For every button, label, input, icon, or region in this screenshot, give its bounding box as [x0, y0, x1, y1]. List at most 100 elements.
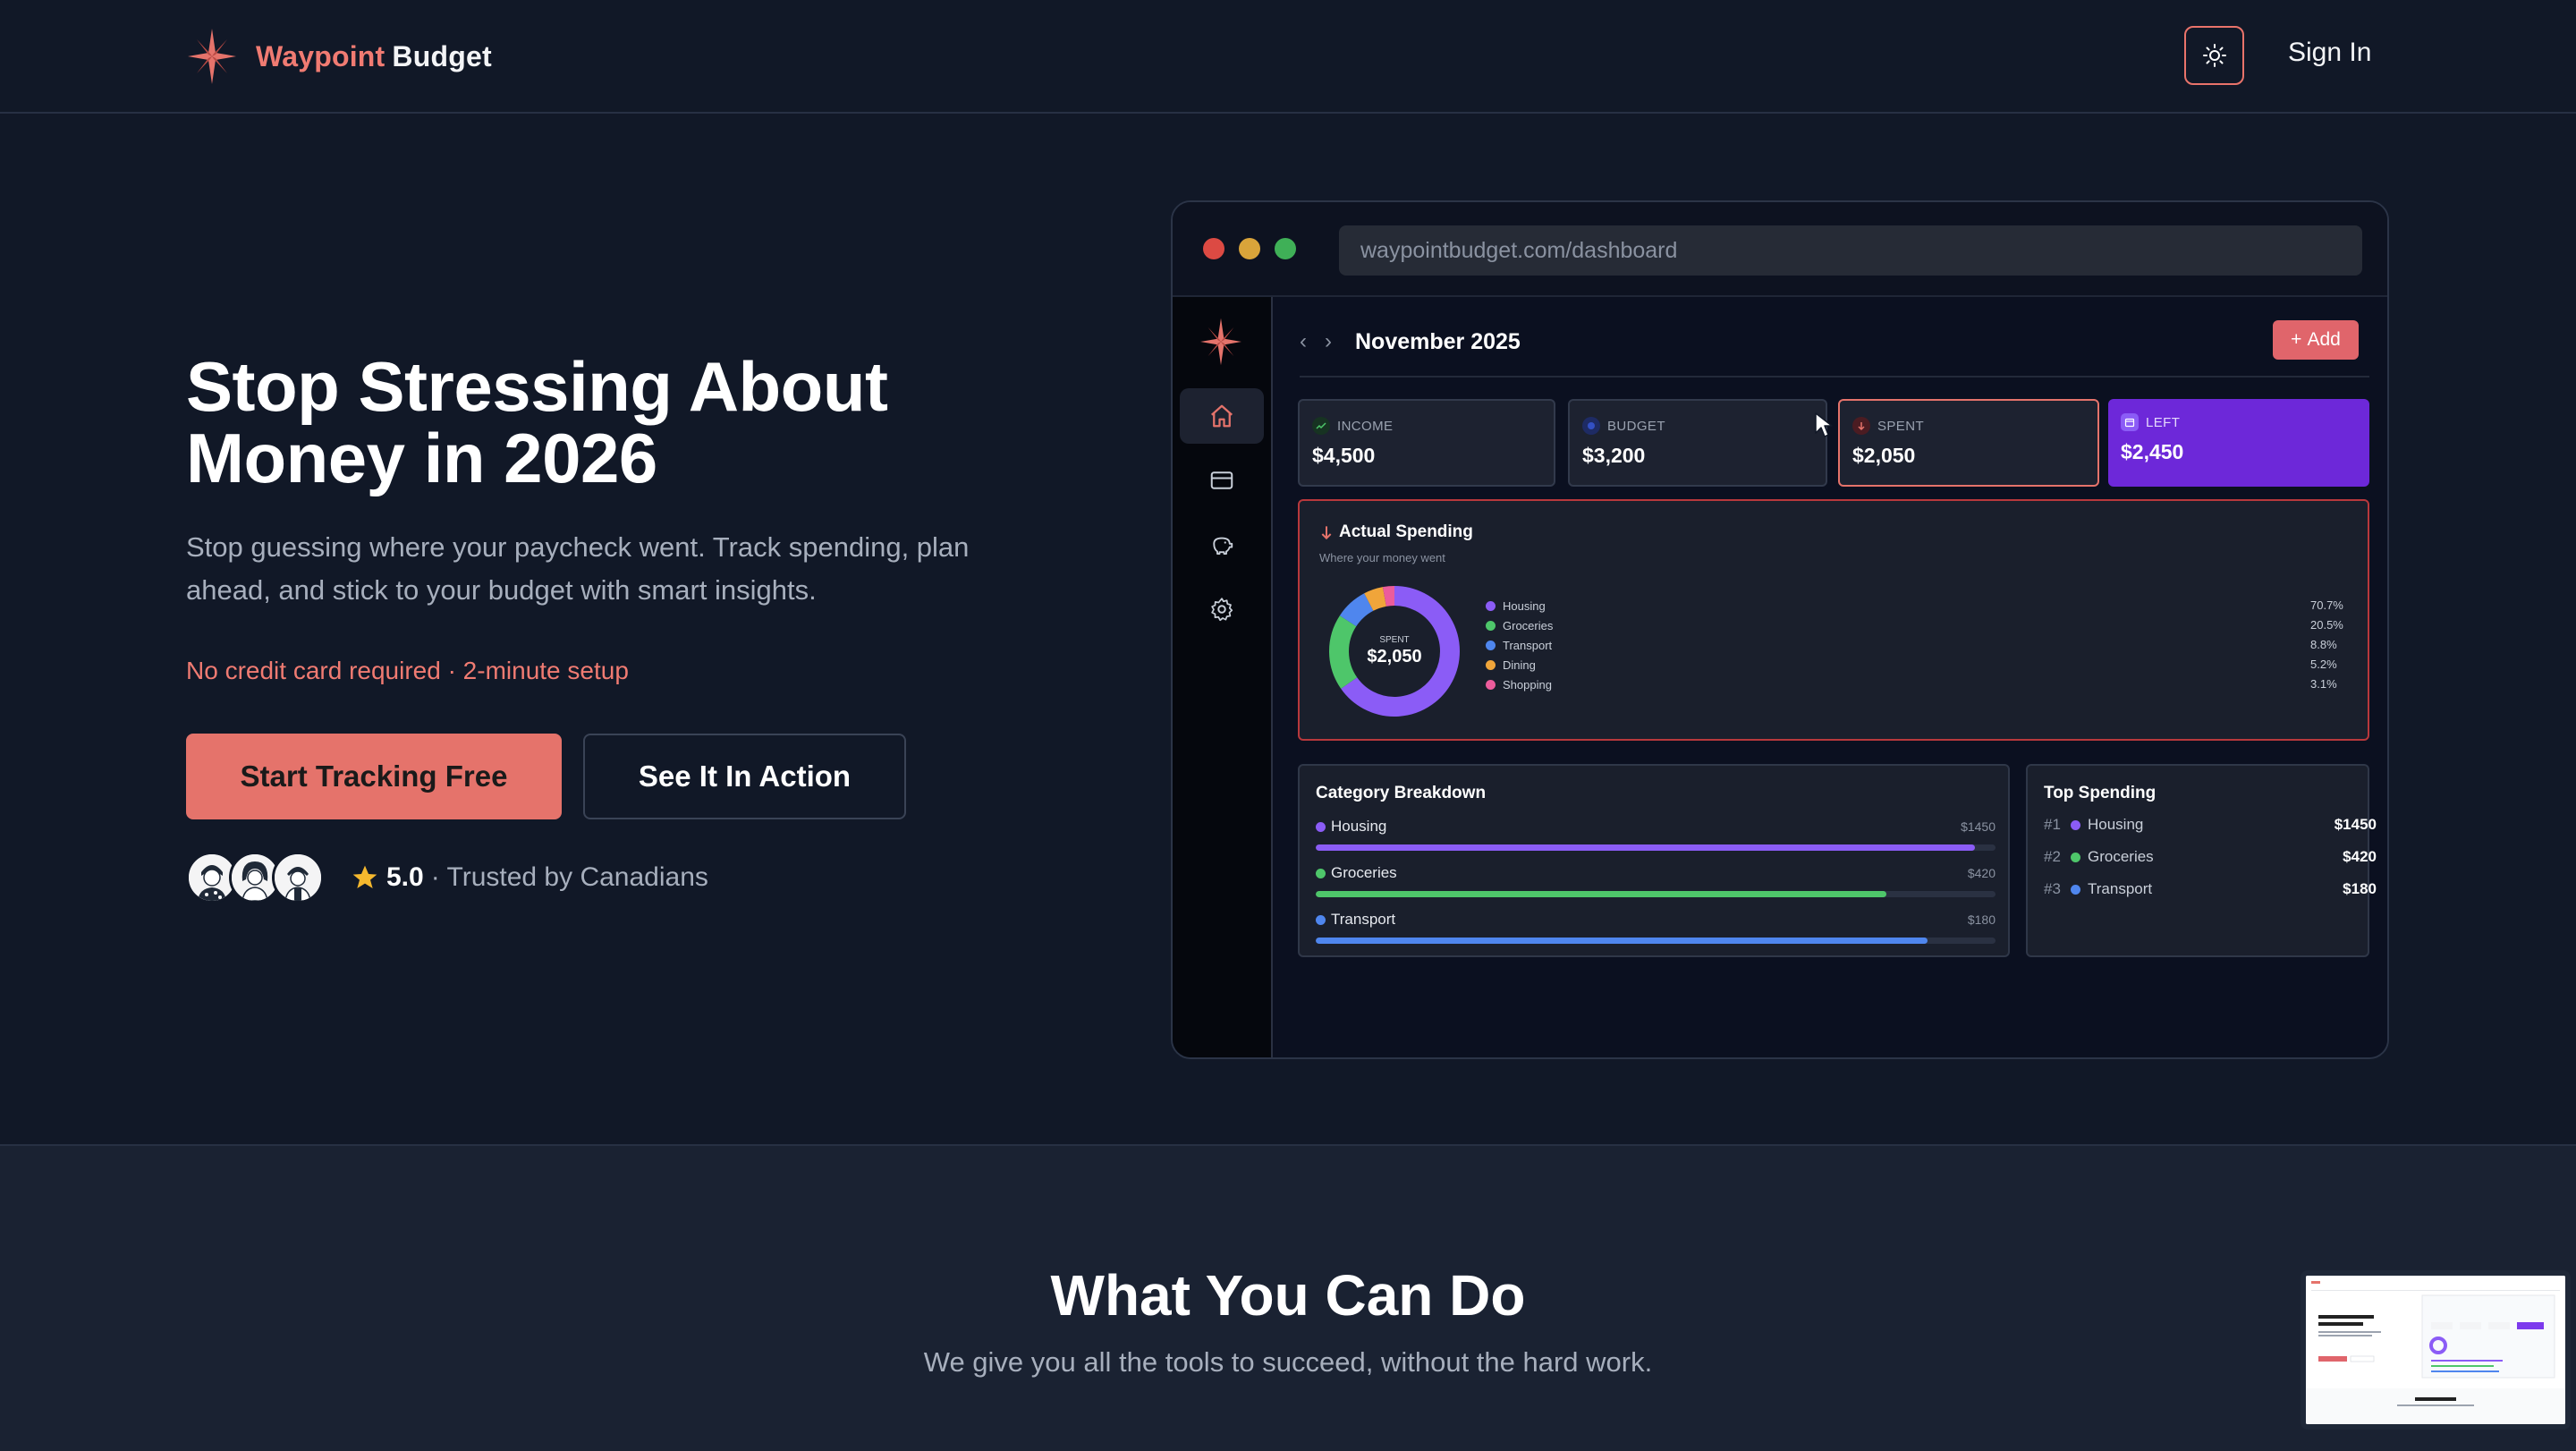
arrow-down-icon [1852, 417, 1870, 435]
sidebar-item-cards[interactable] [1180, 453, 1264, 508]
top-amount: $180 [2343, 880, 2377, 897]
top-spending-name: Housing [2071, 816, 2334, 834]
gear-icon [1211, 598, 1233, 622]
stat-card-left[interactable]: LEFT $2,450 [2108, 399, 2369, 487]
stat-card-budget[interactable]: BUDGET $3,200 [1568, 399, 1827, 487]
sidebar-item-settings[interactable] [1180, 581, 1264, 637]
brand-name-rest: Budget [392, 39, 492, 72]
panel-header: Actual Spending Where your money went [1319, 522, 1473, 564]
star-icon [352, 865, 377, 888]
stat-label: LEFT [2121, 413, 2357, 431]
top-spending-row[interactable]: #2 Groceries $420 [2044, 848, 2377, 866]
dashboard-preview-window: waypointbudget.com/dashboard ‹ › Novembe… [1171, 200, 2389, 1059]
progress-fill [1316, 938, 1928, 944]
category-swatch [1316, 868, 1326, 878]
progress-fill [1316, 844, 1976, 851]
add-button[interactable]: + Add [2273, 320, 2359, 360]
category-label: Groceries [1331, 864, 1397, 881]
legend-label: Dining [1503, 658, 1536, 672]
brand-name-accent: Waypoint [256, 39, 386, 72]
chevron-left-icon[interactable]: ‹ [1300, 329, 1325, 354]
legend-swatch [1486, 660, 1496, 670]
stat-card-income[interactable]: INCOME $4,500 [1298, 399, 1555, 487]
legend-item: Groceries [1486, 619, 1553, 632]
stat-value: $2,450 [2121, 440, 2184, 463]
sign-in-link[interactable]: Sign In [2288, 38, 2371, 68]
category-amount: $1450 [1961, 819, 1996, 834]
brand-name: Waypoint Budget [256, 40, 492, 73]
sidebar-item-savings[interactable] [1180, 517, 1264, 573]
features-section: What You Can Do We give you all the tool… [0, 1144, 2576, 1451]
category-row[interactable]: Transport $180 [1316, 911, 1996, 944]
browser-toolbar: waypointbudget.com/dashboard [1173, 202, 2387, 297]
page-preview-thumbnail[interactable] [2301, 1270, 2571, 1430]
sidebar-item-home[interactable] [1180, 388, 1264, 444]
divider [1300, 376, 2369, 378]
category-swatch [1316, 914, 1326, 925]
top-swatch [2071, 852, 2080, 862]
legend-item: Housing [1486, 599, 1546, 613]
stat-label: SPENT [1852, 417, 2085, 435]
window-close-dot [1203, 238, 1224, 259]
credit-card-icon [1210, 471, 1233, 489]
donut-slice-dining [1364, 587, 1387, 611]
category-label: Transport [1331, 911, 1396, 928]
theme-toggle-button[interactable] [2184, 26, 2244, 85]
mouse-cursor-icon [1815, 412, 1833, 437]
home-icon [1211, 404, 1233, 428]
top-amount: $1450 [2334, 816, 2377, 833]
panel-title: Category Breakdown [1316, 784, 1487, 802]
legend-swatch [1486, 601, 1496, 611]
legend-item: Dining [1486, 658, 1536, 672]
avatar-illustration-3 [275, 854, 321, 901]
legend-item: Transport [1486, 639, 1552, 652]
trust-text: · Trusted by Canadians [430, 862, 708, 892]
donut-slice-transport [1339, 593, 1374, 627]
rank: #2 [2044, 848, 2061, 865]
legend-swatch [1486, 680, 1496, 690]
category-row[interactable]: Groceries $420 [1316, 864, 1996, 897]
top-spending-name: Transport [2071, 880, 2343, 898]
window-minimize-dot [1239, 238, 1260, 259]
progress-track [1316, 938, 1996, 944]
category-name: Transport [1316, 911, 1395, 929]
category-amount: $180 [1967, 912, 1996, 927]
top-spending-row[interactable]: #3 Transport $180 [2044, 880, 2377, 898]
legend-percent: 8.8% [2310, 638, 2337, 651]
start-tracking-button[interactable]: Start Tracking Free [186, 734, 562, 819]
donut-slice-groceries [1329, 615, 1358, 689]
hero-title: Stop Stressing About Money in 2026 [186, 347, 888, 497]
budget-dot-icon [1582, 417, 1600, 435]
see-in-action-button[interactable]: See It In Action [583, 734, 906, 819]
top-amount: $420 [2343, 848, 2377, 865]
top-label: Housing [2088, 816, 2144, 833]
stat-value: $2,050 [1852, 444, 1916, 467]
category-row-header: Groceries $420 [1316, 864, 1996, 882]
hero-note: No credit card required · 2-minute setup [186, 657, 629, 684]
rank: #1 [2044, 816, 2061, 833]
compass-star-logo [1200, 318, 1241, 366]
rating-group: 5.0 · Trusted by Canadians [351, 862, 708, 893]
stat-label: INCOME [1312, 417, 1541, 435]
category-name: Groceries [1316, 864, 1397, 882]
legend-percent: 3.1% [2310, 677, 2337, 691]
category-row[interactable]: Housing $1450 [1316, 818, 1996, 851]
legend-label: Shopping [1503, 678, 1552, 692]
donut-slice-shopping [1382, 586, 1395, 607]
calendar-icon [2121, 413, 2139, 431]
chevron-right-icon[interactable]: › [1325, 329, 1350, 354]
stat-card-spent[interactable]: SPENT $2,050 [1838, 399, 2099, 487]
top-spending-name: Groceries [2071, 848, 2343, 866]
features-subtitle: We give you all the tools to succeed, wi… [923, 1346, 1653, 1378]
sun-icon [2202, 44, 2226, 67]
brand[interactable]: Waypoint Budget [186, 27, 492, 86]
stat-value: $3,200 [1582, 444, 1646, 467]
progress-track [1316, 844, 1996, 851]
progress-track [1316, 891, 1996, 897]
add-button-label: Add [2307, 329, 2341, 350]
top-spending-row[interactable]: #1 Housing $1450 [2044, 816, 2377, 834]
category-amount: $420 [1967, 866, 1996, 880]
donut-center-value: $2,050 [1367, 647, 1421, 666]
top-spending-panel: Top Spending #1 Housing $1450 #2 Groceries $4… [2026, 764, 2377, 957]
trend-up-icon [1312, 417, 1330, 435]
